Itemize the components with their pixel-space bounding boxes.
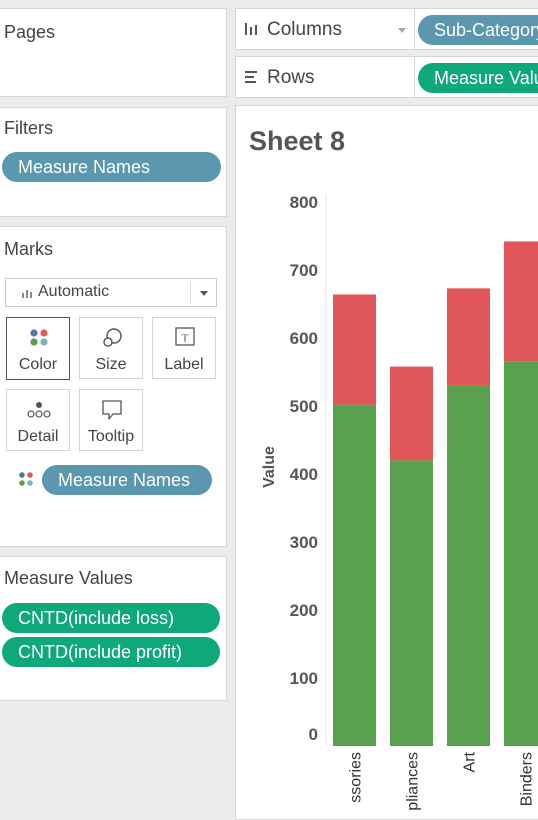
label-button[interactable]: T Label [152,317,216,379]
color-field-icon [19,472,33,486]
columns-label: Columns [267,19,342,40]
color-button[interactable]: Color [6,317,70,380]
size-icon [103,328,122,347]
bar-chart-icon [22,290,32,298]
mark-type-dropdown[interactable]: Automatic [5,278,217,307]
filters-card: Filters Measure Names [0,107,227,217]
detail-button[interactable]: Detail [6,389,70,451]
columns-shelf: Columns Sub-Category [235,8,538,50]
measure-pill-include-loss[interactable]: CNTD(include loss) [2,603,220,633]
marks-title: Marks [4,239,53,259]
color-icon [30,329,48,346]
size-label: Size [95,356,127,373]
svg-text:T: T [182,333,189,345]
size-button[interactable]: Size [79,317,143,379]
filters-title: Filters [4,118,53,138]
sheet-title: Sheet 8 [249,126,346,156]
rows-pill-measure-values[interactable]: Measure Values [418,63,538,93]
tooltip-label: Tooltip [87,428,135,445]
shelf-divider [414,57,415,97]
text-label-icon: T [175,327,195,346]
measure-pill-include-profit[interactable]: CNTD(include profit) [2,637,220,667]
marks-card: Marks Automatic Color Size T Label Detai… [0,226,227,547]
filter-pill-measure-names[interactable]: Measure Names [2,152,221,182]
shelf-divider [414,9,415,49]
rows-shelf: Rows Measure Values [235,56,538,98]
tooltip-button[interactable]: Tooltip [79,389,143,451]
detail-label: Detail [17,428,59,445]
chevron-down-icon[interactable] [200,291,208,296]
detail-icon [27,402,51,418]
measure-values-card: Measure Values CNTD(include loss) CNTD(i… [0,556,227,701]
pages-title: Pages [4,22,56,42]
view-area: Sheet 8 [235,105,538,820]
pages-card: Pages [0,8,227,97]
shelf-chevron-icon[interactable] [398,28,406,33]
columns-pill-sub-category[interactable]: Sub-Category [418,15,538,45]
color-label: Color [18,356,58,373]
columns-icon [245,23,257,35]
rows-label: Rows [267,67,315,88]
label-label: Label [164,356,204,373]
dropdown-divider [190,282,191,303]
color-field-pill[interactable]: Measure Names [42,465,212,495]
mark-type-label: Automatic [38,283,110,300]
rows-icon [245,71,257,83]
measure-values-title: Measure Values [4,568,133,588]
tooltip-icon [102,400,122,420]
